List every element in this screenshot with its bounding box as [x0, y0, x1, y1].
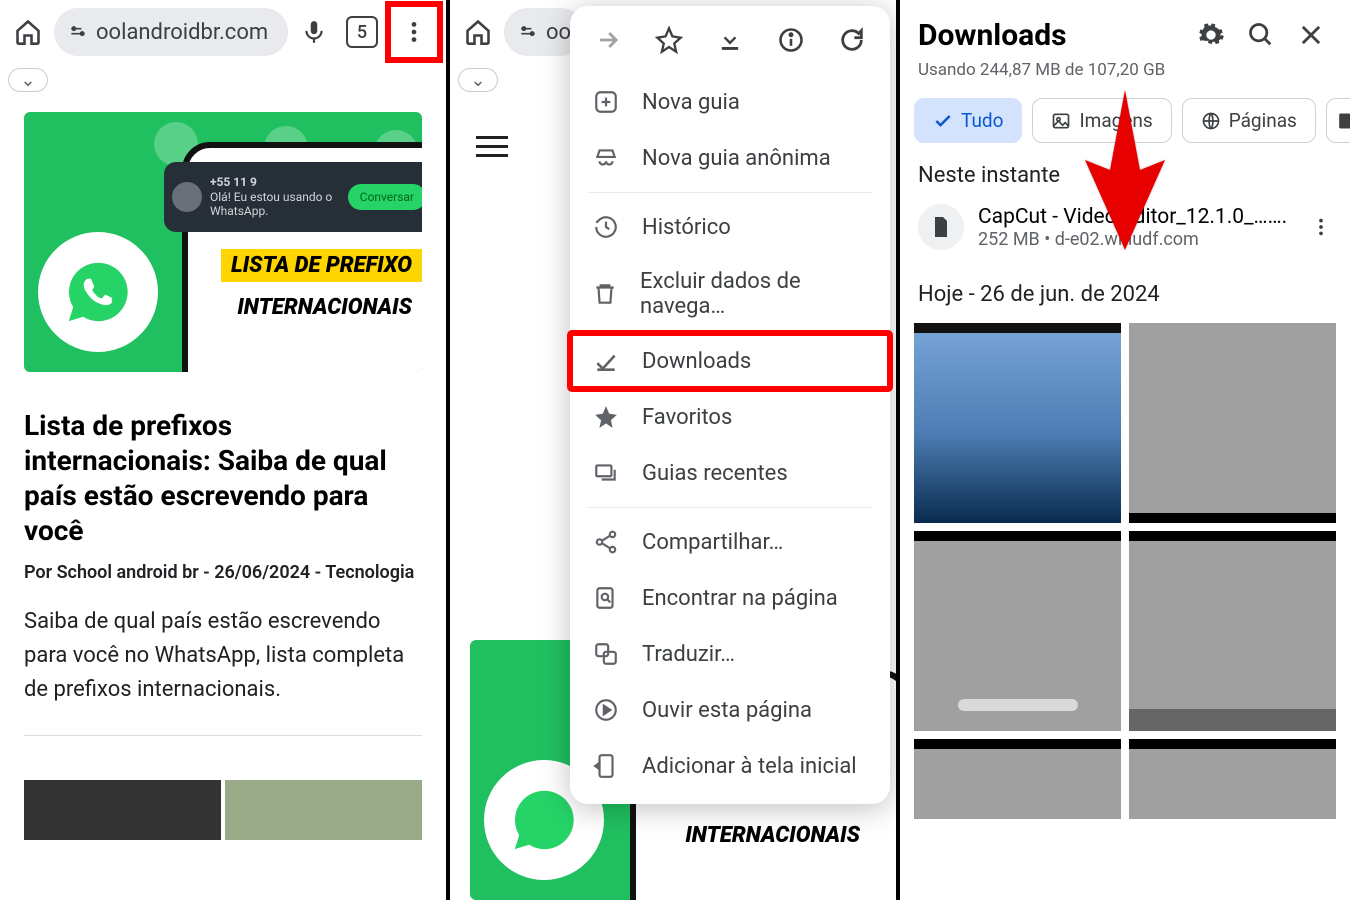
menu-share[interactable]: Compartilhar…	[570, 514, 890, 570]
forward-icon[interactable]	[584, 16, 632, 64]
whatsapp-notification: +55 11 9Olá! Eu estou usando o WhatsApp.…	[164, 162, 422, 232]
expand-handle[interactable]: ⌄	[8, 68, 438, 100]
screenshot-2: oo ⌄ INTERNACIONAIS Nova guia Nova guia …	[450, 0, 900, 900]
article-description: Saiba de qual país estão escrevendo para…	[24, 605, 422, 707]
chip-all[interactable]: Tudo	[914, 98, 1022, 143]
article-hero-image: +55 11 9Olá! Eu estou usando o WhatsApp.…	[24, 112, 422, 372]
home-icon[interactable]	[456, 10, 500, 54]
related-thumbs	[24, 780, 422, 840]
chip-more[interactable]	[1326, 98, 1350, 143]
mic-icon[interactable]	[292, 10, 336, 54]
chip-pages[interactable]: Páginas	[1182, 98, 1316, 143]
url-text: oolandroidbr.com	[96, 20, 268, 45]
info-icon[interactable]	[767, 16, 815, 64]
close-icon[interactable]	[1290, 14, 1332, 56]
page-title: Downloads	[918, 18, 1182, 53]
reload-icon[interactable]	[828, 16, 876, 64]
hero-band-2: INTERNACIONAIS	[227, 291, 422, 324]
menu-add-home[interactable]: Adicionar à tela inicial	[570, 738, 890, 794]
menu-new-tab[interactable]: Nova guia	[570, 74, 890, 130]
home-icon[interactable]	[6, 10, 50, 54]
section-today: Hoje - 26 de jun. de 2024	[900, 276, 1350, 317]
downloads-grid	[900, 317, 1350, 825]
download-thumb[interactable]	[1129, 323, 1336, 523]
menu-history[interactable]: Histórico	[570, 199, 890, 255]
menu-clear-data[interactable]: Excluir dados de navega…	[570, 255, 890, 333]
download-thumb[interactable]	[1129, 739, 1336, 819]
download-thumb[interactable]	[914, 739, 1121, 819]
screenshot-1: oolandroidbr.com 5 ⌄ +55 11 9Olá! Eu est…	[0, 0, 450, 900]
download-icon[interactable]	[706, 16, 754, 64]
article-meta: Por School android br - 26/06/2024 - Tec…	[24, 562, 422, 583]
url-text: oo	[546, 20, 571, 45]
url-bar[interactable]: oolandroidbr.com	[54, 8, 288, 56]
conversar-button: Conversar	[348, 184, 422, 210]
storage-usage: Usando 244,87 MB de 107,20 GB	[900, 60, 1350, 90]
article-title: Lista de prefixos internacionais: Saiba …	[24, 408, 422, 548]
gear-icon[interactable]	[1190, 14, 1232, 56]
overflow-menu: Nova guia Nova guia anônima Histórico Ex…	[570, 6, 890, 804]
menu-find[interactable]: Encontrar na página	[570, 570, 890, 626]
screenshot-3: Downloads Usando 244,87 MB de 107,20 GB …	[900, 0, 1350, 900]
search-icon[interactable]	[1240, 14, 1282, 56]
item-more-icon[interactable]	[1310, 216, 1332, 238]
star-icon[interactable]	[645, 16, 693, 64]
whatsapp-icon	[38, 232, 158, 352]
menu-bookmarks[interactable]: Favoritos	[570, 389, 890, 445]
download-thumb[interactable]	[914, 323, 1121, 523]
browser-toolbar: oolandroidbr.com 5	[0, 0, 446, 64]
more-menu-icon[interactable]	[388, 4, 440, 60]
download-thumb[interactable]	[1129, 531, 1336, 731]
downloads-header: Downloads	[900, 0, 1350, 60]
menu-recent-tabs[interactable]: Guias recentes	[570, 445, 890, 501]
hero-band-1: LISTA DE PREFIXO	[221, 249, 422, 282]
menu-listen[interactable]: Ouvir esta página	[570, 682, 890, 738]
download-thumb[interactable]	[914, 531, 1121, 731]
tabs-button[interactable]: 5	[340, 10, 384, 54]
red-arrow	[1080, 90, 1170, 250]
menu-downloads[interactable]: Downloads	[570, 333, 890, 389]
hamburger-icon[interactable]	[476, 130, 508, 163]
menu-translate[interactable]: Traduzir…	[570, 626, 890, 682]
menu-incognito[interactable]: Nova guia anônima	[570, 130, 890, 186]
article-body: Lista de prefixos internacionais: Saiba …	[0, 372, 446, 780]
file-icon	[918, 204, 964, 250]
